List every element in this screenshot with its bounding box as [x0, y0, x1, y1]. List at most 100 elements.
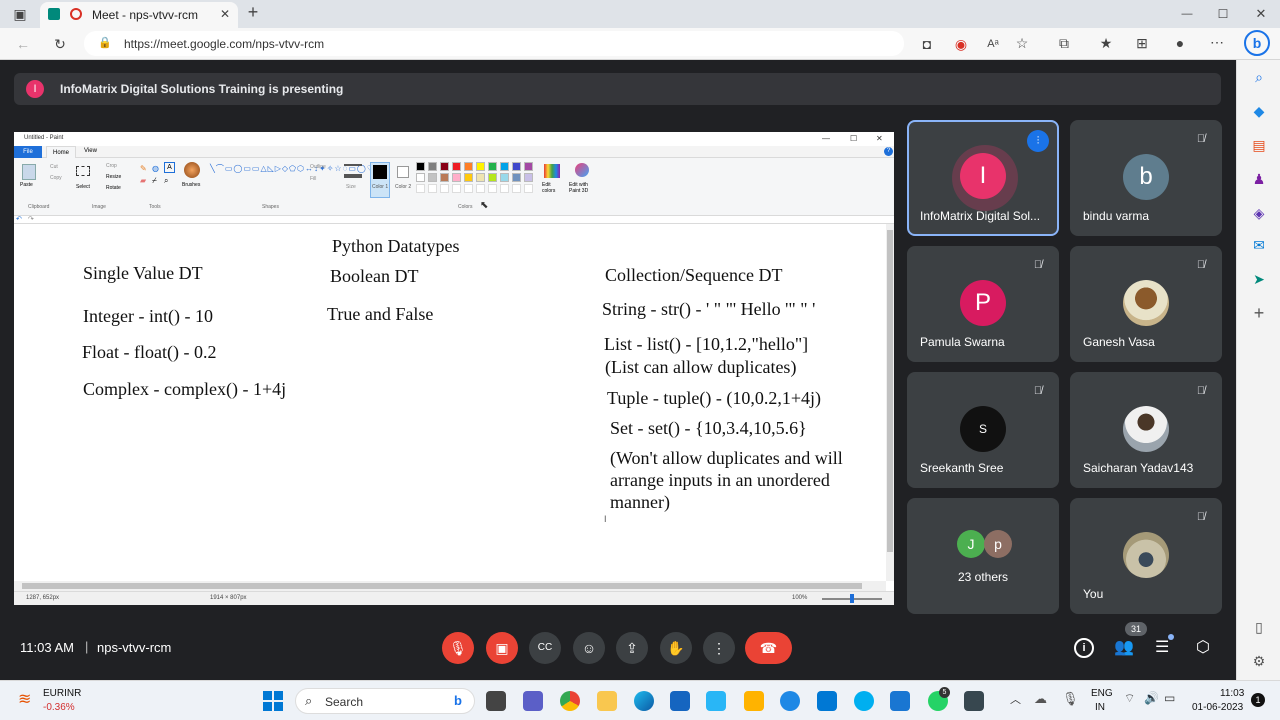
paste-label: Paste: [20, 182, 33, 188]
games-icon[interactable]: ♟: [1250, 170, 1268, 188]
participant-name: Pamula Swarna: [920, 335, 1005, 349]
meeting-info-icon[interactable]: i: [1074, 638, 1094, 658]
emoji-button[interactable]: ☺: [573, 632, 605, 664]
camera-toggle-button[interactable]: ▣: [486, 632, 518, 664]
mysql-icon[interactable]: [706, 691, 726, 711]
tab-close-icon[interactable]: ✕: [220, 7, 230, 21]
skype-icon[interactable]: [854, 691, 874, 711]
clock-date[interactable]: 01-06-2023: [1192, 702, 1243, 713]
task-view-icon[interactable]: [486, 691, 506, 711]
self-tile[interactable]: 🎙̸ You: [1070, 498, 1222, 614]
clock-time[interactable]: 11:03: [1220, 688, 1244, 699]
camera-icon[interactable]: ◘: [918, 36, 936, 52]
notification-badge[interactable]: 1: [1251, 693, 1265, 707]
microphone-tray-icon[interactable]: 🎙: [1062, 691, 1079, 707]
avatar-photo: [1123, 406, 1169, 452]
meeting-time: 11:03 AM: [20, 640, 74, 655]
battery-icon[interactable]: ▭: [1164, 691, 1175, 705]
raise-hand-button[interactable]: ✋: [660, 632, 692, 664]
screen-share-icon[interactable]: [964, 691, 984, 711]
read-aloud-icon[interactable]: Aᵃ: [984, 36, 1002, 52]
windows-start-icon[interactable]: [263, 691, 283, 711]
extensions-icon[interactable]: ⧉: [1055, 35, 1073, 51]
taskbar-search[interactable]: ⌕ Search b: [295, 688, 475, 714]
bing-copilot-icon[interactable]: b: [1244, 30, 1270, 56]
participant-name: Saicharan Yadav143: [1083, 461, 1194, 475]
shopping-icon[interactable]: ◆: [1250, 102, 1268, 120]
back-icon[interactable]: ←: [14, 36, 32, 52]
participant-name: InfoMatrix Digital Sol...: [920, 209, 1041, 223]
present-button[interactable]: ⇪: [616, 632, 648, 664]
participant-tile[interactable]: 🎙̸ Ganesh Vasa: [1070, 246, 1222, 362]
teams-icon[interactable]: [523, 691, 543, 711]
edit-colors-label: Edit colors: [542, 182, 556, 194]
tab-actions-icon[interactable]: ▣: [11, 6, 29, 22]
drop-icon[interactable]: ➤: [1250, 270, 1268, 288]
participant-tile[interactable]: b 🎙̸ bindu varma: [1070, 120, 1222, 236]
stocks-icon[interactable]: ≋: [18, 689, 31, 709]
edge-icon[interactable]: [634, 691, 654, 711]
favorites-icon[interactable]: ★: [1097, 35, 1115, 51]
search-icon: ⌕: [305, 693, 313, 708]
sticky-notes-icon[interactable]: [744, 691, 764, 711]
new-tab-button[interactable]: +: [244, 3, 262, 21]
palette-swatch: [512, 173, 521, 182]
lock-icon[interactable]: 🔒: [98, 36, 112, 49]
palette-swatch: [476, 162, 485, 171]
size-icon: [344, 164, 362, 178]
onedrive-icon[interactable]: ☁: [1034, 691, 1047, 707]
outlook-icon[interactable]: ✉: [1250, 236, 1268, 254]
tools-icon[interactable]: ▤: [1250, 136, 1268, 154]
mic-toggle-button[interactable]: 🎙: [442, 632, 474, 664]
sidebar-settings-icon[interactable]: ⚙: [1250, 652, 1268, 670]
activities-icon[interactable]: ⬡: [1196, 637, 1210, 657]
pencil-icon: ✎: [140, 164, 147, 173]
profile-icon[interactable]: ●: [1171, 35, 1189, 51]
presenting-banner: I InfoMatrix Digital Solutions Training …: [14, 73, 1221, 105]
captions-button[interactable]: CC: [529, 632, 561, 664]
fill-label: Fill: [310, 176, 317, 182]
url-field[interactable]: 🔒 https://meet.google.com/nps-vtvv-rcm: [84, 31, 904, 56]
store-icon[interactable]: [670, 691, 690, 711]
tray-expand-icon[interactable]: ︿: [1010, 691, 1021, 707]
edge-sidebar: ⌕ ◆ ▤ ♟ ◈ ✉ ➤ + ▯ ⚙: [1236, 60, 1280, 680]
chat-icon[interactable]: ☰: [1155, 637, 1169, 657]
refresh-icon[interactable]: ↻: [51, 36, 69, 52]
office-icon[interactable]: ◈: [1250, 204, 1268, 222]
cursor-position: 1287, 652px: [26, 595, 60, 601]
quick-access-bar: ↶ ↷: [14, 216, 894, 224]
minimize-button[interactable]: —: [1178, 6, 1196, 22]
mic-off-icon: 🎙̸: [1196, 385, 1206, 397]
participant-tile[interactable]: P 🎙̸ Pamula Swarna: [907, 246, 1059, 362]
media-player-icon[interactable]: [780, 691, 800, 711]
wifi-icon[interactable]: ⌔: [1124, 691, 1135, 706]
snipping-tool-icon[interactable]: [890, 691, 910, 711]
search-icon[interactable]: ⌕: [1250, 68, 1268, 86]
close-window-button[interactable]: ✕: [1252, 6, 1270, 22]
edit-colors-icon: [544, 164, 560, 178]
participant-tile[interactable]: I ⫶ InfoMatrix Digital Sol...: [907, 120, 1059, 236]
paint-tab-file: File: [14, 146, 42, 158]
add-sidebar-icon[interactable]: +: [1250, 304, 1268, 322]
collections-icon[interactable]: ⊞: [1133, 35, 1151, 51]
site-permission-icon[interactable]: ◉: [952, 36, 970, 52]
browser-tab[interactable]: Meet - nps-vtvv-rcm ✕: [40, 2, 238, 28]
file-explorer-icon[interactable]: [597, 691, 617, 711]
participant-tile[interactable]: 🎙̸ Saicharan Yadav143: [1070, 372, 1222, 488]
favorite-star-icon[interactable]: ☆: [1013, 35, 1031, 51]
hide-sidebar-icon[interactable]: ▯: [1250, 618, 1268, 636]
more-options-button[interactable]: ⋮: [703, 632, 735, 664]
more-menu-icon[interactable]: ⋯: [1208, 34, 1226, 50]
vscode-icon[interactable]: [817, 691, 837, 711]
people-icon[interactable]: 👥: [1114, 637, 1134, 657]
maximize-button[interactable]: ☐: [1214, 6, 1232, 22]
chrome-icon[interactable]: [560, 691, 580, 711]
text-cursor-icon: I: [604, 514, 607, 524]
participant-tile[interactable]: S 🎙̸ Sreekanth Sree: [907, 372, 1059, 488]
image-group-label: Image: [92, 204, 106, 210]
others-tile[interactable]: J p 23 others: [907, 498, 1059, 614]
leave-call-button[interactable]: ☎: [745, 632, 792, 664]
volume-icon[interactable]: 🔊: [1144, 691, 1159, 705]
color2-box: [397, 166, 409, 178]
language-label[interactable]: ENG: [1091, 688, 1113, 699]
